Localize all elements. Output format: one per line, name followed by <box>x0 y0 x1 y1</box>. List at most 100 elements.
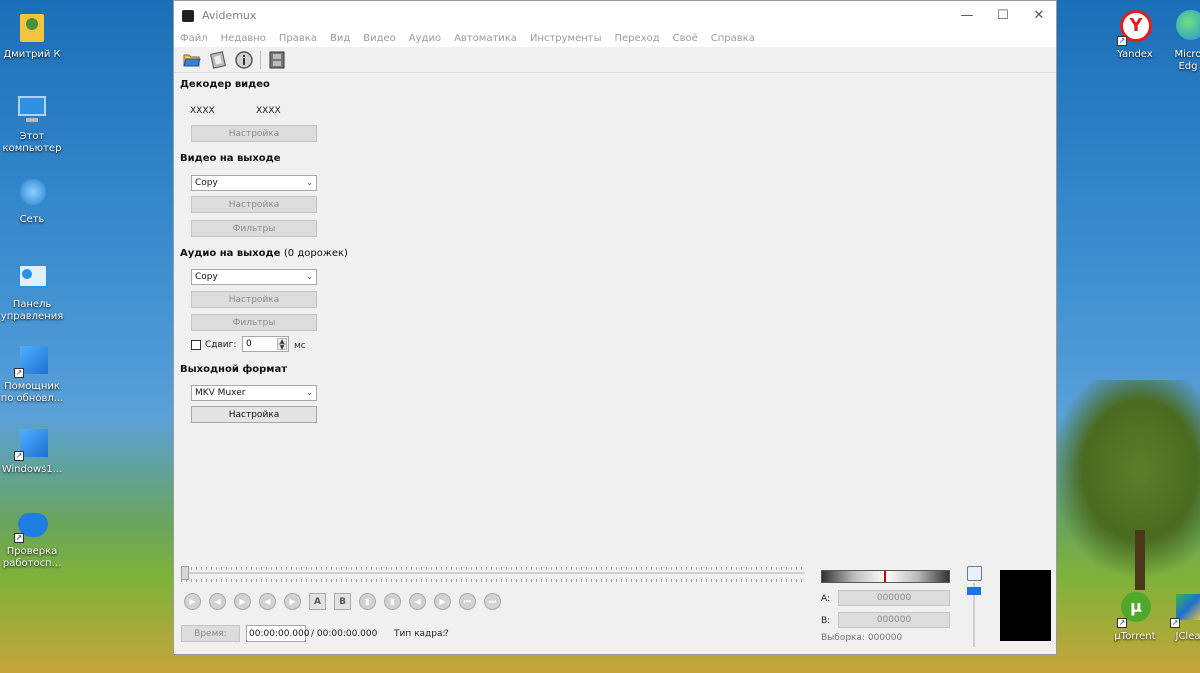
shift-spinbox[interactable]: 0 ▲ ▼ <box>242 336 289 352</box>
yandex-icon: Y ↗ <box>1117 10 1153 46</box>
decoder-codec-2: XXXX <box>256 106 281 116</box>
video-output-title: Видео на выходе <box>180 153 281 164</box>
title-bar[interactable]: Avidemux — ☐ ✕ <box>174 1 1056 30</box>
settings-panel: Декодер видео XXXX XXXX Настройка Видео … <box>174 73 1056 553</box>
desktop-icon-yandex[interactable]: Y ↗ Yandex <box>1103 10 1167 61</box>
desktop-icon-label: Сеть <box>19 214 45 225</box>
current-time-input[interactable]: 00:00:00.000 <box>246 625 309 642</box>
selection-count: Выборка: 000000 <box>821 633 903 643</box>
menu-go[interactable]: Переход <box>615 33 660 44</box>
film-button[interactable] <box>267 50 287 70</box>
goto-b-button[interactable]: ▶ <box>434 593 451 610</box>
chevron-down-icon: ⌄ <box>306 178 313 187</box>
menu-video[interactable]: Видео <box>363 33 396 44</box>
frame-type-label: Тип кадра: <box>394 629 446 639</box>
muxer-select[interactable]: MKV Muxer ⌄ <box>191 385 317 401</box>
close-button[interactable]: ✕ <box>1021 1 1057 30</box>
menu-audio[interactable]: Аудио <box>409 33 441 44</box>
menu-help[interactable]: Справка <box>711 33 755 44</box>
desktop-icon-control-panel[interactable]: Панель управления <box>0 260 64 323</box>
rewind-icon: ◀ <box>214 597 221 606</box>
desktop-icon-user[interactable]: Дмитрий К <box>0 10 64 61</box>
timeline-slider[interactable] <box>181 572 805 574</box>
toolbar-separator <box>260 50 261 69</box>
desktop-icon-edge[interactable]: Micro Edg <box>1168 10 1200 73</box>
play-button[interactable]: ▶ <box>184 593 201 610</box>
muxer-configure-button[interactable]: Настройка <box>191 406 317 423</box>
prev-keyframe-icon: ▮ <box>365 597 370 606</box>
timeline-ticks-top <box>181 567 805 570</box>
shift-label: Сдвиг: <box>205 340 237 350</box>
marker-b-icon: B <box>339 596 346 607</box>
menu-edit[interactable]: Правка <box>279 33 317 44</box>
last-frame-icon: ⏭ <box>488 596 497 606</box>
rewind-button[interactable]: ◀ <box>209 593 226 610</box>
forward-button[interactable]: ▶ <box>234 593 251 610</box>
user-folder-icon <box>14 10 50 46</box>
forward-icon: ▶ <box>239 597 246 606</box>
jcleaner-icon: ↗ <box>1170 592 1200 628</box>
output-format-title: Выходной формат <box>180 364 287 375</box>
set-marker-b-button[interactable]: B <box>334 593 351 610</box>
desktop-icon-health-check[interactable]: ↗ Проверка работосп... <box>0 507 64 570</box>
menu-auto[interactable]: Автоматика <box>454 33 517 44</box>
time-button[interactable]: Время: <box>181 625 240 642</box>
desktop-icon-label: Windows1... <box>1 464 63 475</box>
goto-a-icon: ◀ <box>414 597 421 606</box>
film-strip-icon <box>269 51 285 68</box>
first-frame-button[interactable]: ⏮ <box>459 593 476 610</box>
open-button[interactable] <box>182 50 202 70</box>
set-marker-a-button[interactable]: A <box>309 593 326 610</box>
audio-configure-button[interactable]: Настройка <box>191 291 317 308</box>
desktop-icon-utorrent[interactable]: µ ↗ µTorrent <box>1103 592 1167 643</box>
save-button[interactable] <box>208 50 228 70</box>
audio-codec-select[interactable]: Copy ⌄ <box>191 269 317 285</box>
prev-keyframe-button[interactable]: ▮ <box>359 593 376 610</box>
desktop-icon-jcleaner[interactable]: ↗ JClea <box>1168 592 1200 643</box>
menu-view[interactable]: Вид <box>330 33 350 44</box>
avidemux-window: Avidemux — ☐ ✕ Файл Недавно Правка Вид В… <box>173 0 1057 655</box>
spin-down-icon[interactable]: ▼ <box>277 344 287 351</box>
edge-icon <box>1170 10 1200 46</box>
desktop-icon-label: Панель управления <box>0 299 64 322</box>
video-preview <box>1000 570 1051 641</box>
audio-filters-button[interactable]: Фильтры <box>191 314 317 331</box>
muxer-value: MKV Muxer <box>195 388 246 398</box>
computer-icon <box>14 92 50 128</box>
maximize-button[interactable]: ☐ <box>985 1 1021 30</box>
play-icon: ▶ <box>189 597 196 606</box>
timeline-handle[interactable] <box>181 566 189 580</box>
next-keyframe-button[interactable]: ▮ <box>384 593 401 610</box>
desktop-icon-windows10[interactable]: ↗ Windows1... <box>0 425 64 476</box>
minimize-button[interactable]: — <box>949 1 985 30</box>
prev-frame-button[interactable]: ◀ <box>259 593 276 610</box>
desktop-icon-network[interactable]: Сеть <box>0 175 64 226</box>
video-codec-select[interactable]: Copy ⌄ <box>191 175 317 191</box>
last-frame-button[interactable]: ⏭ <box>484 593 501 610</box>
desktop-icon-update-assistant[interactable]: ↗ Помощник по обновл... <box>0 342 64 405</box>
video-filters-button[interactable]: Фильтры <box>191 220 317 237</box>
menu-custom[interactable]: Своё <box>673 33 698 44</box>
window-title: Avidemux <box>202 9 257 22</box>
volume-button[interactable] <box>967 566 982 581</box>
desktop-icon-computer[interactable]: Этот компьютер <box>0 92 64 155</box>
info-button[interactable] <box>234 50 254 70</box>
desktop-icon-label: Yandex <box>1117 49 1153 60</box>
shift-checkbox[interactable] <box>191 340 201 350</box>
desktop-icon-label: Помощник по обновл... <box>0 381 64 404</box>
marker-a-icon: A <box>314 596 321 607</box>
decoder-configure-button[interactable]: Настройка <box>191 125 317 142</box>
goto-a-button[interactable]: ◀ <box>409 593 426 610</box>
menu-recent[interactable]: Недавно <box>221 33 266 44</box>
audio-output-title-text: Аудио на выходе <box>180 248 281 259</box>
menu-file[interactable]: Файл <box>180 33 208 44</box>
volume-handle[interactable] <box>967 587 981 595</box>
desktop-icon-label: JClea <box>1175 631 1200 642</box>
menu-tools[interactable]: Инструменты <box>530 33 602 44</box>
next-frame-button[interactable]: ▶ <box>284 593 301 610</box>
marker-b-label: B: <box>821 616 831 626</box>
desktop-icon-label: Проверка работосп... <box>2 546 62 569</box>
video-configure-button[interactable]: Настройка <box>191 196 317 213</box>
goto-b-icon: ▶ <box>439 597 446 606</box>
chevron-down-icon: ⌄ <box>306 272 313 281</box>
